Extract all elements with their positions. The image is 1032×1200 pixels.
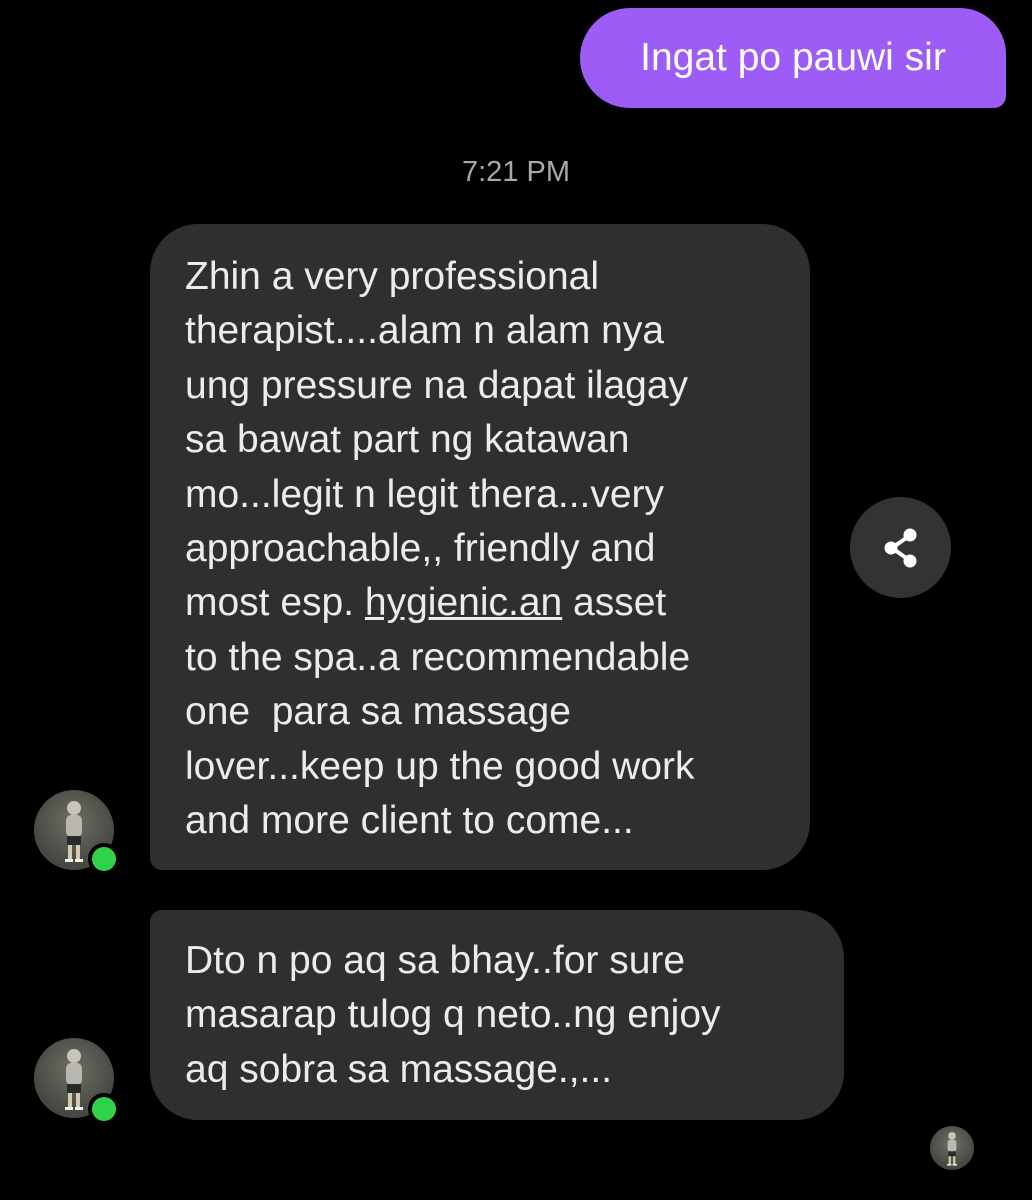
message-line: most esp. hygienic.an asset [185,576,810,630]
online-status-dot [88,843,120,875]
online-status-dot [88,1093,120,1125]
incoming-message[interactable]: Zhin a very professional therapist....ala… [150,224,810,870]
message-thread: Ingat po pauwi sir 7:21 PM Zhin a very p… [0,0,1032,1200]
message-line: aq sobra sa massage.,... [185,1047,613,1091]
incoming-message[interactable]: Dto n po aq sa bhay..for sure masarap tul… [150,910,844,1120]
message-text: asset [562,581,667,625]
message-line: ung pressure na dapat ilagay [185,363,689,407]
read-receipt-avatar [930,1126,974,1170]
message-text: most esp. [185,581,365,625]
message-line: Dto n po aq sa bhay..for sure [185,939,686,982]
message-line: to the spa..a recommendable [185,635,691,679]
message-line: approachable,, friendly and [185,527,656,571]
share-button[interactable] [850,497,951,598]
message-link[interactable]: hygienic.an [365,581,562,624]
message-line: masarap tulog q neto..ng enjoy [185,993,721,1037]
message-line: Zhin a very professional [185,255,600,298]
message-timestamp: 7:21 PM [462,156,570,188]
message-line: and more client to come... [185,799,634,843]
message-line: mo...legit n legit thera...very [185,472,665,516]
message-line: lover...keep up the good work [185,744,695,788]
outgoing-message[interactable]: Ingat po pauwi sir [580,8,1006,108]
person-silhouette-icon [947,1132,957,1166]
message-line: one para sa massage [185,690,571,734]
outgoing-message-text: Ingat po pauwi sir [640,36,946,79]
message-line: therapist....alam n alam nya [185,309,665,353]
message-line: sa bawat part ng katawan [185,418,630,462]
share-icon [884,528,916,567]
